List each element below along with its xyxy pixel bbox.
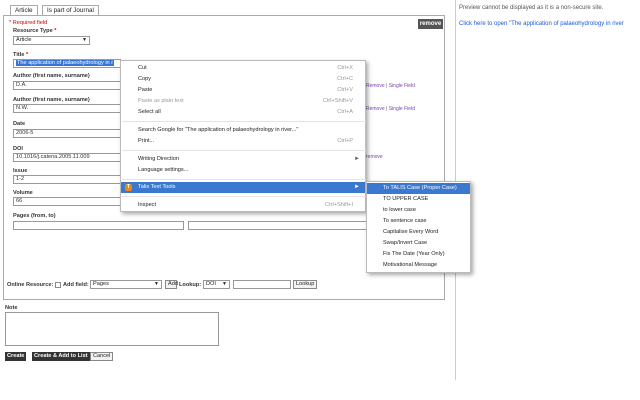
- submenu-item-fix-date[interactable]: Fix The Date (Year Only): [367, 249, 470, 260]
- menu-item-search-google[interactable]: Search Google for "The application of pa…: [121, 125, 365, 136]
- talis-submenu: To TALIS Case (Proper Case) TO UPPER CAS…: [366, 181, 471, 273]
- note-label: Note: [5, 305, 18, 311]
- doi-input[interactable]: 10.1016/j.catena.2005.11.009: [13, 153, 121, 162]
- submenu-item-lower-case[interactable]: to lower case: [367, 205, 470, 216]
- volume-input[interactable]: 66: [13, 197, 121, 206]
- menu-separator: [122, 196, 366, 197]
- preview-message: Preview cannot be displayed as it is a n…: [459, 5, 604, 11]
- menu-item-select-all[interactable]: Select all Ctrl+A: [121, 107, 365, 118]
- submenu-item-motivational-message[interactable]: Motivational Message: [367, 260, 470, 271]
- title-selected-text: The application of palaeohydrology in r: [16, 60, 115, 66]
- chevron-right-icon: ►: [354, 156, 360, 162]
- submenu-item-upper-case[interactable]: TO UPPER CASE: [367, 194, 470, 205]
- lookup-button[interactable]: Lookup: [293, 280, 317, 289]
- preview-panel: Preview cannot be displayed as it is a n…: [455, 0, 640, 380]
- menu-item-print[interactable]: Print... Ctrl+P: [121, 136, 365, 147]
- submenu-item-sentence-case[interactable]: To sentence case: [367, 216, 470, 227]
- create-add-to-list-button[interactable]: Create & Add to List: [32, 352, 90, 361]
- menu-separator: [122, 179, 366, 180]
- title-label: Title *: [13, 52, 29, 58]
- submenu-item-talis-case[interactable]: To TALIS Case (Proper Case): [367, 183, 470, 194]
- author-1-remove-link[interactable]: Remove: [366, 83, 385, 89]
- date-label: Date: [13, 121, 26, 127]
- lookup-select[interactable]: DOI ▼: [203, 280, 230, 289]
- pages-label: Pages (from, to): [13, 213, 56, 219]
- doi-remove-link[interactable]: remove: [366, 154, 383, 160]
- issue-input[interactable]: 1-2: [13, 175, 121, 184]
- remove-button[interactable]: remove: [418, 19, 443, 29]
- create-button[interactable]: Create: [5, 352, 27, 361]
- menu-item-inspect[interactable]: Inspect Ctrl+Shift+I: [121, 200, 365, 211]
- chevron-down-icon: ▼: [222, 281, 227, 287]
- menu-item-language-settings[interactable]: Language settings...: [121, 165, 365, 176]
- doi-label: DOI: [13, 146, 23, 152]
- author-1-label: Author (first name, surname): [13, 73, 90, 79]
- author-1-input[interactable]: D.A.: [13, 81, 121, 90]
- pages-from-input[interactable]: [13, 221, 184, 230]
- required-note: * Required field: [9, 20, 48, 26]
- chevron-right-icon: ►: [354, 184, 360, 190]
- author-2-single-field-link[interactable]: Single Field: [389, 106, 415, 112]
- resource-type-select[interactable]: Article ▼: [13, 36, 90, 45]
- talis-extension-icon: T: [125, 184, 132, 191]
- lookup-label: Lookup:: [179, 282, 202, 288]
- menu-separator: [122, 121, 366, 122]
- submenu-item-capitalise-every-word[interactable]: Capitalise Every Word: [367, 227, 470, 238]
- chevron-down-icon: ▼: [154, 281, 159, 287]
- menu-item-talis-text-tools[interactable]: T Talis Text Tools ►: [121, 182, 365, 193]
- add-field-button[interactable]: Add: [165, 280, 178, 289]
- lookup-input[interactable]: [233, 280, 291, 289]
- cancel-button[interactable]: Cancel: [90, 352, 114, 361]
- online-resource-label: Online Resource:: [7, 282, 54, 288]
- menu-item-paste-plain[interactable]: Paste as plain text Ctrl+Shift+V: [121, 96, 365, 107]
- open-resource-link[interactable]: Click here to open "The application of p…: [459, 21, 624, 27]
- author-1-links: Remove | Single Field: [366, 83, 415, 89]
- submenu-item-swap-invert-case[interactable]: Swap/Invert Case: [367, 238, 470, 249]
- author-2-links: Remove | Single Field: [366, 106, 415, 112]
- context-menu: Cut Ctrl+X Copy Ctrl+C Paste Ctrl+V Paste a…: [120, 60, 366, 212]
- menu-separator: [122, 150, 366, 151]
- date-input[interactable]: 2006-5: [13, 129, 121, 138]
- issue-label: Issue: [13, 168, 28, 174]
- note-textarea[interactable]: [5, 312, 219, 346]
- menu-item-paste[interactable]: Paste Ctrl+V: [121, 85, 365, 96]
- volume-label: Volume: [13, 190, 33, 196]
- author-2-input[interactable]: N.W.: [13, 104, 121, 113]
- chevron-down-icon: ▼: [82, 37, 87, 43]
- online-resource-checkbox[interactable]: [55, 282, 61, 288]
- add-field-select[interactable]: Pages ▼: [90, 280, 162, 289]
- add-field-label: Add field:: [63, 282, 89, 288]
- menu-item-writing-direction[interactable]: Writing Direction ►: [121, 154, 365, 165]
- author-2-label: Author (first name, surname): [13, 97, 90, 103]
- menu-item-cut[interactable]: Cut Ctrl+X: [121, 63, 365, 74]
- author-2-remove-link[interactable]: Remove: [366, 106, 385, 112]
- resource-type-label: Resource Type *: [13, 28, 57, 34]
- title-input[interactable]: The application of palaeohydrology in r: [13, 59, 121, 68]
- menu-item-copy[interactable]: Copy Ctrl+C: [121, 74, 365, 85]
- author-1-single-field-link[interactable]: Single Field: [389, 83, 415, 89]
